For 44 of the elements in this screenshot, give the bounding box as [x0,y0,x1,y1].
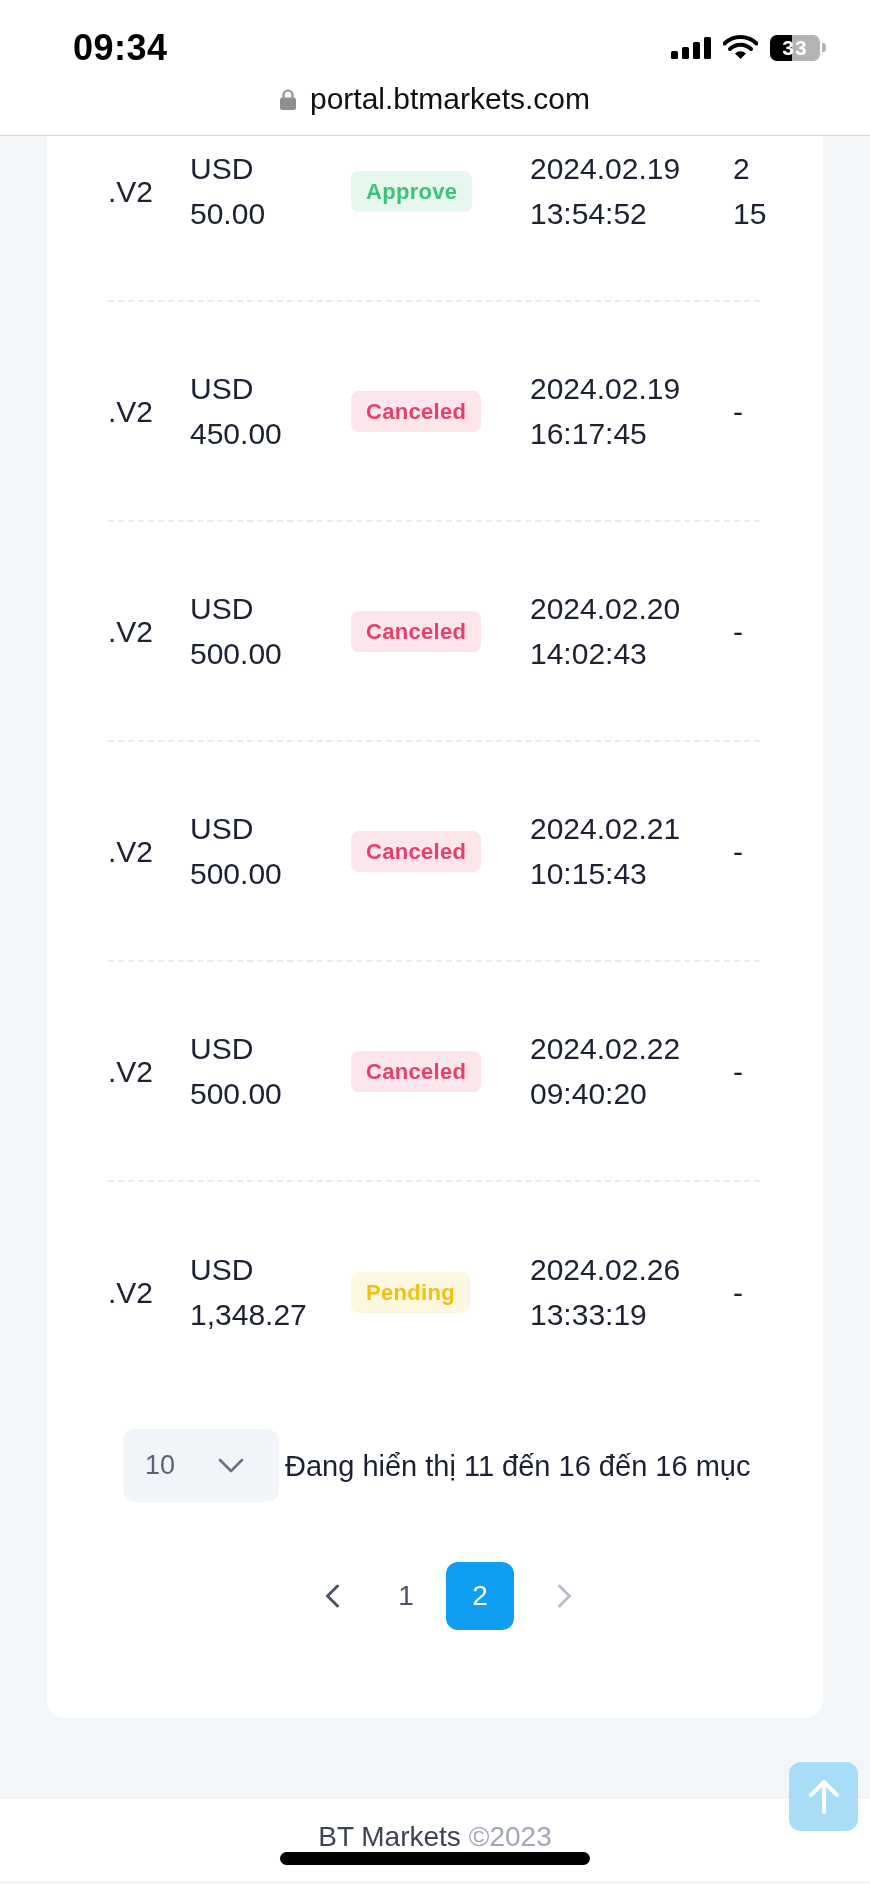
status-time: 09:34 [73,27,168,68]
chevron-right-icon [556,1584,572,1608]
table-cell-text: USD 50.00 [190,151,266,232]
table-cell-text: 2024.02.19 16:17:45 [530,371,681,452]
summary-text: Đang hiển thị 11 đến 16 đến 16 mục [285,1448,751,1484]
footer-brand: BT Markets [318,1821,461,1853]
status-badge: Canceled [351,390,482,432]
table-cell-text: USD 450.00 [190,371,282,452]
table-cell-text: .V2 [108,613,154,650]
table-cell-text: 2 15 [733,151,767,232]
wifi-icon [723,35,758,61]
chevron-down-icon [218,1458,244,1473]
chevron-left-icon [324,1584,340,1608]
signal-icon [671,36,711,59]
table-cell-text: .V2 [108,833,154,870]
table-cell-text: - [733,613,743,650]
status-badge: Pending [351,1271,470,1313]
status-badge: Approve [351,170,473,212]
status-badge: Canceled [351,1050,482,1092]
table-cell-text: 2024.02.26 13:33:19 [530,1252,681,1333]
page-size-select[interactable]: 10 [123,1429,279,1502]
table-cell-text: - [733,1274,743,1311]
lock-icon [279,88,296,110]
url-text[interactable]: portal.btmarkets.com [309,81,591,118]
table-cell-text: USD 500.00 [190,811,282,892]
table-cell-text: .V2 [108,1053,154,1090]
table-cell-text: - [733,833,743,870]
table-cell-text: .V2 [108,393,154,430]
table-cell-text: USD 500.00 [190,1031,282,1112]
table-cell-text: .V2 [108,1274,154,1311]
table-cell-text: 2024.02.22 09:40:20 [530,1031,681,1112]
status-badge: Canceled [351,610,482,652]
table-cell-text: USD 500.00 [190,591,282,672]
page-button[interactable]: 1 [372,1562,440,1630]
copyright-text: ©2023 [468,1821,552,1853]
scroll-top-button[interactable] [789,1762,858,1831]
table-cell-text: USD 1,348.27 [190,1252,307,1333]
table-cell-text: 2024.02.19 13:54:52 [530,151,681,232]
status-badge: Canceled [351,830,482,872]
table-cell-text: 2024.02.20 14:02:43 [530,591,681,672]
table-cell-text: .V2 [108,173,154,210]
table-cell-text: 2024.02.21 10:15:43 [530,811,681,892]
table-cell-text: - [733,393,743,430]
table-cell-text: - [733,1053,743,1090]
